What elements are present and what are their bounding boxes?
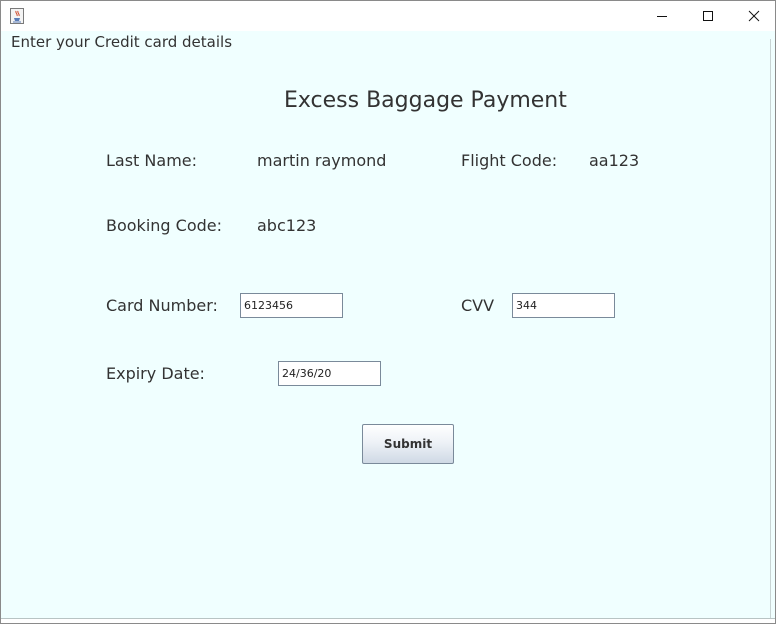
content-panel xyxy=(1,31,775,619)
expiry-date-label: Expiry Date: xyxy=(106,364,205,383)
java-cup-icon[interactable] xyxy=(10,8,24,24)
last-name-label: Last Name: xyxy=(106,151,198,170)
panel-border xyxy=(770,39,771,619)
maximize-icon[interactable] xyxy=(685,1,731,31)
expiry-date-input[interactable] xyxy=(278,361,381,386)
title-bar[interactable] xyxy=(1,1,775,31)
panel-bottom-border xyxy=(1,618,775,619)
booking-code-value: abc123 xyxy=(257,216,317,235)
card-number-label: Card Number: xyxy=(106,296,218,315)
app-window: Enter your Credit card details Excess Ba… xyxy=(0,0,776,624)
cvv-label: CVV xyxy=(461,296,495,315)
booking-code-label: Booking Code: xyxy=(106,216,222,235)
cvv-input[interactable] xyxy=(512,293,615,318)
flight-code-label: Flight Code: xyxy=(461,151,558,170)
close-icon[interactable] xyxy=(731,1,776,31)
card-number-input[interactable] xyxy=(240,293,343,318)
minimize-icon[interactable] xyxy=(639,1,685,31)
submit-button[interactable]: Submit xyxy=(362,424,454,464)
form-title: Excess Baggage Payment xyxy=(284,88,567,113)
header-text: Enter your Credit card details xyxy=(11,33,233,51)
last-name-value: martin raymond xyxy=(257,151,387,170)
flight-code-value: aa123 xyxy=(589,151,640,170)
